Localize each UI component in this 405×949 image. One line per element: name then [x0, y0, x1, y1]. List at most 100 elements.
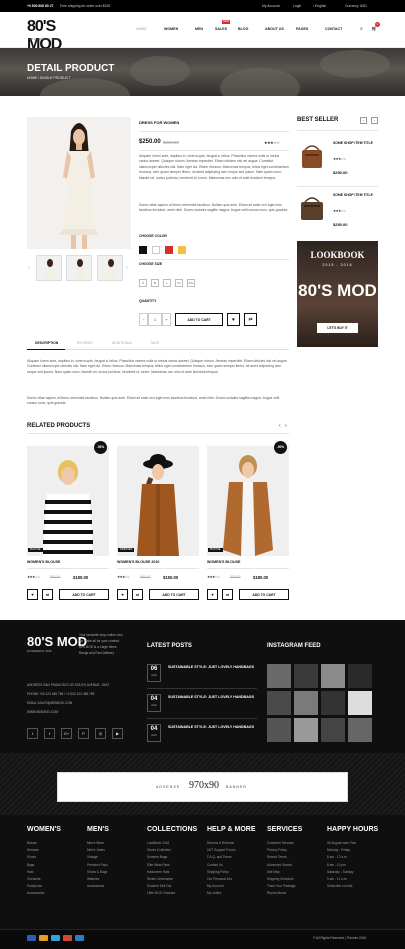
tab-description[interactable]: DESCRIPTION — [35, 341, 58, 345]
footer-link[interactable]: Report Abuse — [267, 890, 302, 897]
best-seller-name[interactable]: SOME SHOP ITEM TITLE — [333, 193, 383, 198]
footer-email[interactable]: EMAIL SALES@80SMOD.COM — [27, 701, 72, 705]
instagram-photo[interactable] — [267, 664, 291, 688]
product-image[interactable] — [27, 117, 131, 249]
related-product-name[interactable]: WOMEN'S BLOUSE — [207, 560, 240, 564]
logo[interactable]: 80'S MOD ECOMMERCE HTML — [27, 18, 71, 53]
chevron-right-icon[interactable]: › — [285, 423, 287, 429]
footer-link[interactable]: Premium Pack — [87, 862, 109, 869]
footer-link[interactable]: Privacy Policy — [267, 847, 302, 854]
footer-link[interactable]: Summer Sell Out — [147, 883, 197, 890]
instagram-photo[interactable] — [294, 664, 318, 688]
footer-link[interactable]: Men's Jeans — [87, 847, 109, 854]
compare-icon[interactable]: ⇄ — [222, 589, 233, 600]
footer-link[interactable]: Little 2015 Closeout — [147, 890, 197, 897]
footer-link[interactable]: Men's Wear — [87, 840, 109, 847]
footer-link[interactable]: Shipping Policy — [207, 869, 256, 876]
footer-link[interactable]: Site Map — [267, 869, 302, 876]
twitter-icon[interactable]: t — [27, 728, 38, 739]
add-to-cart-button[interactable]: ADD TO CART — [175, 313, 223, 326]
footer-link[interactable]: Accessories — [87, 883, 109, 890]
tab-reviews[interactable]: REVIEWS — [77, 341, 93, 345]
footer-link[interactable]: Winter Underwear — [147, 876, 197, 883]
footer-link[interactable]: Watches — [87, 876, 109, 883]
size-option[interactable]: S — [139, 279, 147, 287]
best-seller-name[interactable]: SOME SHOP ITEM TITLE — [333, 141, 383, 146]
footer-link[interactable]: Overknits — [27, 876, 61, 883]
instagram-photo[interactable] — [348, 691, 372, 715]
instagram-photo[interactable] — [294, 718, 318, 742]
ad-banner[interactable]: ADSENSE 970x90 BANNER — [57, 772, 348, 802]
post-title[interactable]: SUSTAINABLE STYLE: JUST LOVELY HANDBAGS — [168, 724, 258, 730]
instagram-photo[interactable] — [294, 691, 318, 715]
footer-website[interactable]: WWW.80SMOD.COM — [27, 710, 58, 714]
footer-link[interactable]: F.A.Q. and Terms — [207, 854, 256, 861]
color-swatch-red[interactable] — [165, 246, 173, 254]
related-product-image[interactable] — [207, 446, 289, 556]
footer-link[interactable]: Returns & Refunds — [207, 840, 256, 847]
currency-select[interactable]: Currency USD — [345, 4, 367, 8]
instagram-photo[interactable] — [267, 691, 291, 715]
chevron-left-icon[interactable]: ‹ — [360, 117, 367, 124]
footer-link[interactable]: Contact Us — [207, 862, 256, 869]
product-thumb[interactable] — [97, 255, 123, 281]
nav-sales[interactable]: SALES — [215, 27, 227, 31]
chevron-left-icon[interactable]: ‹ — [279, 423, 281, 429]
nav-men[interactable]: MEN — [195, 27, 203, 31]
lookbook-banner[interactable]: LOOKBOOK 2015 - 2016 80'S MOD LET'S BUY … — [297, 241, 378, 347]
best-seller-image[interactable] — [297, 140, 327, 172]
product-thumb[interactable] — [66, 255, 92, 281]
footer-link[interactable]: Accessories — [27, 890, 61, 897]
footer-link[interactable]: Customer Services — [267, 840, 302, 847]
prev-arrow-icon[interactable]: ‹ — [28, 265, 30, 271]
quantity-plus-button[interactable]: + — [162, 313, 171, 326]
nav-women[interactable]: WOMEN — [164, 27, 178, 31]
footer-link[interactable]: Shoes & Bags — [87, 869, 109, 876]
footer-link[interactable]: Pantyhose — [27, 883, 61, 890]
post-title[interactable]: SUSTAINABLE STYLE: JUST LOVELY HANDBAGS — [168, 694, 258, 700]
color-swatch-black[interactable] — [139, 246, 147, 254]
related-product-image[interactable] — [27, 446, 109, 556]
nav-home[interactable]: HOME — [136, 27, 147, 31]
lookbook-buy-button[interactable]: LET'S BUY IT — [317, 323, 358, 333]
quantity-minus-button[interactable]: − — [139, 313, 148, 326]
search-icon[interactable]: ⌕ — [360, 26, 363, 32]
heart-icon[interactable]: ♥ — [227, 313, 240, 326]
footer-link[interactable]: Halloween Hats — [147, 869, 197, 876]
product-thumb[interactable] — [36, 255, 62, 281]
instagram-photo[interactable] — [348, 718, 372, 742]
footer-link[interactable]: Summer Bags — [147, 854, 197, 861]
color-swatch-yellow[interactable] — [178, 246, 186, 254]
chevron-right-icon[interactable]: › — [371, 117, 378, 124]
footer-link[interactable]: Search Terms — [267, 854, 302, 861]
youtube-icon[interactable]: ▶ — [112, 728, 123, 739]
breadcrumb[interactable]: HOME / SINGLE PRODUCT — [27, 76, 70, 80]
footer-link[interactable]: Blouse — [27, 840, 61, 847]
footer-link[interactable]: Subscribe on mail — [327, 883, 378, 890]
footer-link[interactable]: 24/7 Support Forum — [207, 847, 256, 854]
compare-icon[interactable]: ⇄ — [42, 589, 53, 600]
footer-link[interactable]: Elite Wear Pack — [147, 862, 197, 869]
instagram-icon[interactable]: ◎ — [95, 728, 106, 739]
login-link[interactable]: Login — [293, 4, 301, 8]
add-to-cart-button[interactable]: ADD TO CART — [59, 589, 109, 600]
facebook-icon[interactable]: f — [44, 728, 55, 739]
color-swatch-white[interactable] — [152, 246, 160, 254]
instagram-photo[interactable] — [321, 664, 345, 688]
footer-link[interactable]: Our Personal Info — [207, 876, 256, 883]
nav-about[interactable]: ABOUT US — [265, 27, 284, 31]
nav-pages[interactable]: PAGES — [296, 27, 308, 31]
next-arrow-icon[interactable]: › — [126, 265, 128, 271]
footer-link[interactable]: My Account — [207, 883, 256, 890]
footer-link[interactable]: Shoes Collection — [147, 847, 197, 854]
footer-link[interactable]: Advanced Search — [267, 862, 302, 869]
pinterest-icon[interactable]: P — [78, 728, 89, 739]
footer-link[interactable]: Track Your Package — [267, 883, 302, 890]
related-product-name[interactable]: WOMEN'S BLOUSE 2016 — [117, 560, 159, 564]
nav-blog[interactable]: BLOG — [238, 27, 248, 31]
instagram-photo[interactable] — [321, 718, 345, 742]
heart-icon[interactable]: ♥ — [117, 589, 128, 600]
footer-link[interactable]: Dresses — [27, 847, 61, 854]
instagram-photo[interactable] — [267, 718, 291, 742]
footer-link[interactable]: LookBook 2016 — [147, 840, 197, 847]
